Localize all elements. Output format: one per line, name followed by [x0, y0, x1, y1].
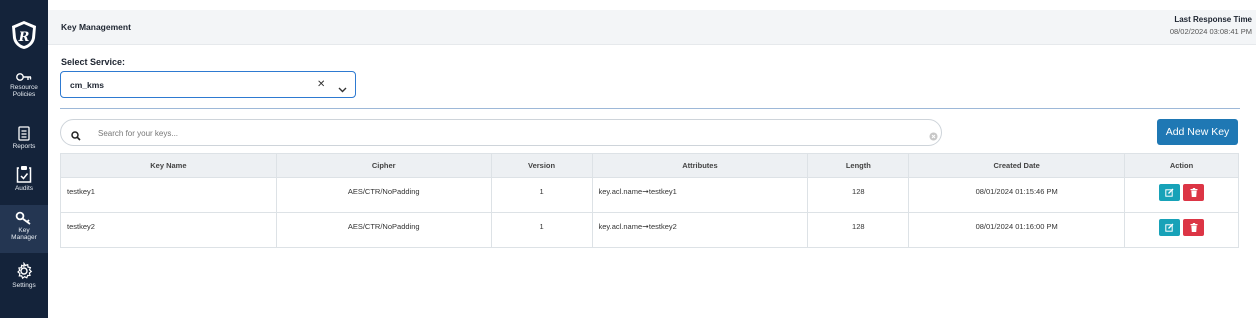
column-header-cipher[interactable]: Cipher — [275, 153, 492, 178]
sidebar-item-label: Policies — [12, 91, 36, 98]
column-header-version[interactable]: Version — [490, 153, 593, 178]
created-date-cell: 08/01/2024 01:15:46 PM — [908, 177, 1126, 213]
created-date-cell: 08/01/2024 01:16:00 PM — [908, 212, 1126, 248]
edit-button[interactable] — [1159, 219, 1181, 236]
last-response-value: 08/02/2024 03:08:41 PM — [1169, 27, 1252, 36]
column-header-action: Action — [1124, 153, 1239, 178]
cipher-cell: AES/CTR/NoPadding — [275, 212, 492, 248]
table-header-row: Key Name Cipher Version Attributes Lengt… — [60, 153, 1239, 178]
edit-button[interactable] — [1159, 184, 1181, 201]
sidebar-item-audits[interactable]: Audits — [0, 165, 48, 197]
last-response-label: Last Response Time — [1174, 15, 1252, 24]
select-service-label: Select Service: — [61, 57, 126, 67]
attribute-key: key.acl.name — [598, 222, 643, 231]
page-title: Key Management — [61, 22, 131, 32]
sidebar-item-label: Resource — [10, 84, 38, 91]
delete-button[interactable] — [1183, 219, 1205, 236]
table-row: testkey2 AES/CTR/NoPadding 1 key.acl.nam… — [60, 212, 1239, 248]
divider — [60, 108, 1240, 109]
column-header-attributes[interactable]: Attributes — [591, 153, 809, 178]
attributes-cell: key.acl.name➞testkey1 — [591, 177, 809, 213]
sidebar-item-settings[interactable]: Settings — [0, 262, 48, 296]
sidebar-item-resource-policies[interactable]: Resource Policies — [0, 72, 48, 114]
key-name-cell: testkey1 — [60, 177, 277, 213]
sidebar-item-reports[interactable]: Reports — [0, 126, 48, 154]
sidebar-item-label: Reports — [12, 143, 36, 150]
clipboard-icon — [16, 165, 32, 183]
attribute-key: key.acl.name — [598, 187, 643, 196]
search-icon — [71, 128, 81, 146]
delete-button[interactable] — [1183, 184, 1205, 201]
key-name-cell: testkey2 — [60, 212, 277, 248]
clear-search-icon[interactable] — [929, 128, 938, 146]
arrow-icon: ➞ — [642, 187, 649, 196]
action-cell — [1124, 212, 1239, 248]
cipher-cell: AES/CTR/NoPadding — [275, 177, 492, 213]
search-box[interactable] — [60, 119, 942, 146]
service-select-value: cm_kms — [70, 80, 105, 90]
attributes-cell: key.acl.name➞testkey2 — [591, 212, 809, 248]
version-cell: 1 — [490, 212, 593, 248]
trash-icon — [1190, 188, 1198, 197]
length-cell: 128 — [807, 177, 910, 213]
edit-icon — [1165, 188, 1174, 197]
sidebar: R Resource Policies Reports Audits Key M… — [0, 0, 48, 318]
app-root: R Resource Policies Reports Audits Key M… — [0, 0, 1256, 318]
ranger-logo-icon[interactable]: R — [10, 20, 38, 50]
sidebar-item-label: Manager — [11, 234, 37, 241]
edit-icon — [1165, 223, 1174, 232]
sidebar-item-label: Audits — [14, 185, 34, 192]
svg-text:R: R — [18, 30, 30, 45]
page-header: Key Management Last Response Time 08/02/… — [48, 10, 1256, 45]
add-new-key-button[interactable]: Add New Key — [1157, 119, 1238, 145]
length-cell: 128 — [807, 212, 910, 248]
sidebar-item-label: Settings — [12, 282, 36, 289]
attribute-value: testkey1 — [648, 187, 677, 196]
service-select[interactable]: cm_kms ✕ — [60, 71, 356, 98]
key-search-icon — [15, 211, 33, 225]
table-row: testkey1 AES/CTR/NoPadding 1 key.acl.nam… — [60, 177, 1239, 213]
action-cell — [1124, 177, 1239, 213]
attribute-value: testkey2 — [648, 222, 677, 231]
column-header-length[interactable]: Length — [807, 153, 910, 178]
search-input[interactable] — [98, 125, 898, 141]
trash-icon — [1190, 223, 1198, 232]
keys-table: Key Name Cipher Version Attributes Lengt… — [60, 153, 1239, 248]
column-header-created-date[interactable]: Created Date — [908, 153, 1126, 178]
sidebar-item-label: Key — [18, 227, 30, 234]
sidebar-item-key-manager[interactable]: Key Manager — [0, 205, 48, 253]
arrow-icon: ➞ — [642, 222, 649, 231]
column-header-key-name[interactable]: Key Name — [60, 153, 277, 178]
chevron-down-icon[interactable] — [338, 80, 347, 98]
gear-icon — [15, 262, 33, 280]
report-icon — [18, 126, 30, 141]
key-icon — [16, 72, 32, 82]
clear-icon[interactable]: ✕ — [317, 79, 325, 90]
version-cell: 1 — [490, 177, 593, 213]
